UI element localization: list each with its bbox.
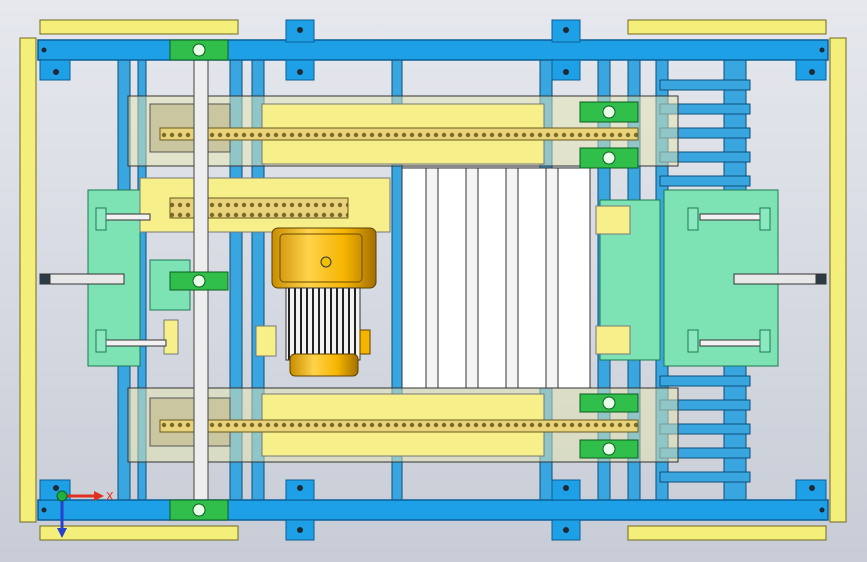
cad-viewport[interactable]: X — [0, 0, 867, 562]
conveyor-assembly-drawing: X — [0, 0, 867, 562]
x-axis-label: X — [106, 490, 114, 503]
gear-motor — [271, 227, 377, 377]
roller-bed — [401, 167, 591, 389]
